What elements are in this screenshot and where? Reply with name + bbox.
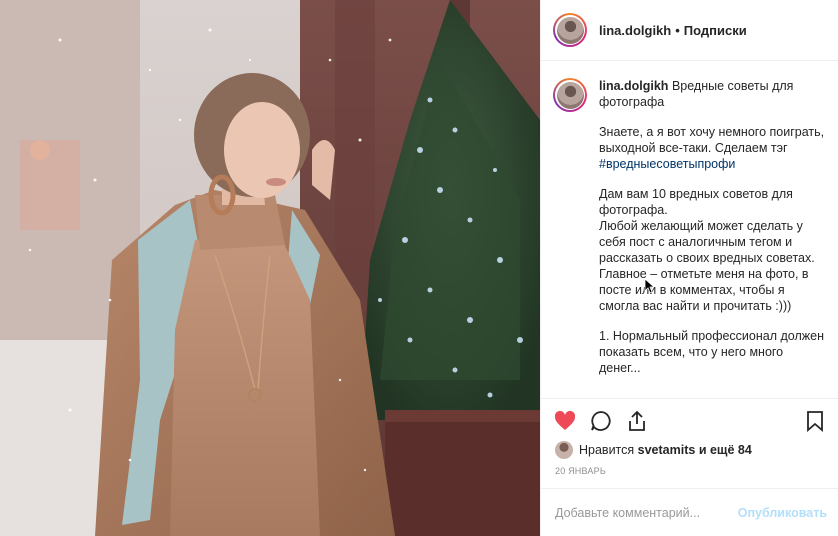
bookmark-icon[interactable] bbox=[803, 409, 827, 433]
likes-summary[interactable]: Нравится svetamits и ещё 84 bbox=[555, 440, 752, 460]
likes-count[interactable]: и ещё 84 bbox=[699, 443, 752, 457]
post-header: lina.dolgikh • Подписки bbox=[541, 0, 838, 61]
share-icon[interactable] bbox=[625, 409, 649, 433]
separator-dot: • bbox=[675, 22, 680, 38]
post-caption: lina.dolgikh Вредные советы для фотограф… bbox=[541, 62, 838, 398]
post-photo[interactable] bbox=[0, 0, 540, 536]
heart-icon[interactable] bbox=[553, 409, 577, 433]
caption-paragraph: 1. Нормальный профессионал должен показа… bbox=[599, 329, 824, 375]
author-username[interactable]: lina.dolgikh bbox=[599, 23, 671, 38]
comment-bar: Опубликовать bbox=[541, 488, 838, 536]
comment-icon[interactable] bbox=[589, 409, 613, 433]
liker-avatar bbox=[555, 441, 573, 459]
post-date[interactable]: 20 ЯНВАРЬ bbox=[555, 466, 606, 476]
avatar-image bbox=[556, 16, 584, 44]
post-side-panel: lina.dolgikh • Подписки lina.dolgikh Вредн… bbox=[540, 0, 838, 536]
publish-button[interactable]: Опубликовать bbox=[738, 506, 827, 520]
liker-username[interactable]: svetamits bbox=[638, 443, 696, 457]
caption-paragraph: Знаете, а я вот хочу немного поиграть, в… bbox=[599, 125, 825, 171]
caption-body: lina.dolgikh Вредные советы для фотограф… bbox=[599, 78, 825, 398]
action-bar bbox=[541, 398, 838, 442]
caption-author-avatar[interactable] bbox=[553, 78, 587, 112]
caption-paragraph: Дам вам 10 вредных советов для фотографа… bbox=[599, 187, 815, 313]
comment-input[interactable] bbox=[555, 505, 738, 520]
mouse-cursor-icon bbox=[644, 278, 654, 294]
follow-status-button[interactable]: Подписки bbox=[684, 23, 747, 38]
author-avatar[interactable] bbox=[553, 13, 587, 47]
caption-author-username[interactable]: lina.dolgikh bbox=[599, 79, 668, 93]
photo-illustration bbox=[0, 0, 540, 536]
hashtag-link[interactable]: #вредныесоветыпрофи bbox=[599, 157, 735, 171]
